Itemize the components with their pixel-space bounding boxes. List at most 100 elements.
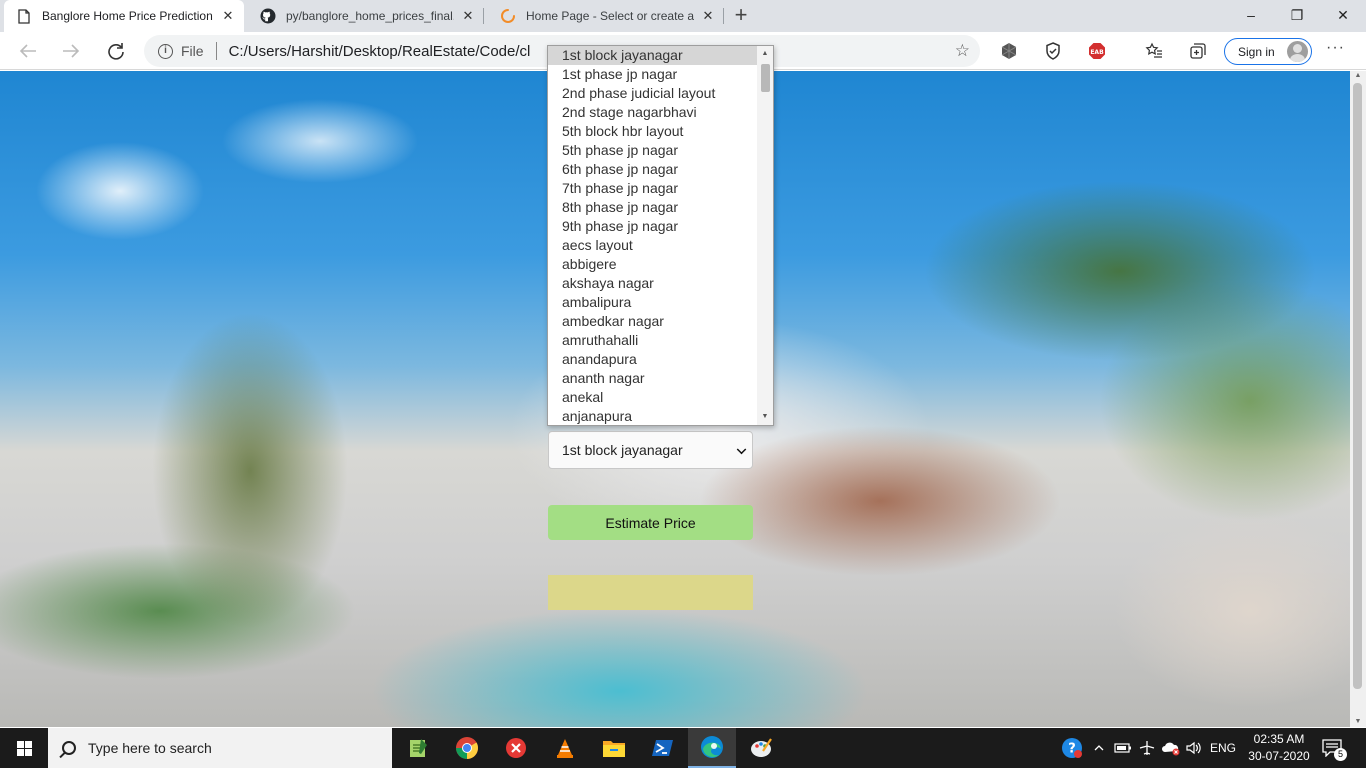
svg-text:EAB: EAB [1090, 49, 1104, 56]
edge-icon[interactable] [688, 728, 736, 768]
chrome-icon[interactable] [443, 728, 491, 768]
location-option[interactable]: 1st phase jp nagar [548, 65, 758, 84]
taskbar-search[interactable]: Type here to search [48, 728, 392, 768]
tab-banglore-home-price[interactable]: Banglore Home Price Prediction ✕ [4, 0, 244, 32]
window-close-button[interactable]: ✕ [1320, 0, 1366, 30]
favorite-star-icon[interactable]: ☆ [955, 41, 970, 61]
location-option[interactable]: 1st block jayanagar [548, 46, 758, 65]
location-option[interactable]: akshaya nagar [548, 274, 758, 293]
tab-home-page[interactable]: Home Page - Select or create a n ✕ [488, 0, 724, 32]
restore-button[interactable]: ❐ [1274, 0, 1320, 30]
back-button[interactable] [13, 36, 43, 66]
shield-icon[interactable] [1040, 38, 1066, 64]
clock-time: 02:35 AM [1253, 732, 1305, 746]
collections-icon[interactable] [1185, 38, 1211, 64]
location-option[interactable]: anekal [548, 388, 758, 407]
anydesk-icon[interactable] [492, 728, 540, 768]
airplane-mode-icon[interactable] [1136, 728, 1158, 768]
price-result-box [548, 575, 753, 610]
location-option[interactable]: 7th phase jp nagar [548, 179, 758, 198]
close-tab-icon[interactable]: ✕ [460, 8, 476, 24]
search-icon [62, 741, 76, 755]
chevron-down-icon [736, 444, 747, 455]
show-hidden-icons-button[interactable] [1090, 728, 1108, 768]
location-option[interactable]: ambedkar nagar [548, 312, 758, 331]
location-option[interactable]: 8th phase jp nagar [548, 198, 758, 217]
location-option[interactable]: 5th block hbr layout [548, 122, 758, 141]
scroll-down-arrow-icon[interactable]: ▼ [760, 412, 770, 422]
forward-arrow-icon [63, 44, 80, 58]
battery-icon[interactable] [1112, 728, 1134, 768]
language-indicator[interactable]: ENG [1206, 728, 1240, 768]
tab-strip: Banglore Home Price Prediction ✕ py/bang… [0, 0, 1366, 32]
dropdown-scrollbar-thumb[interactable] [761, 64, 770, 92]
location-option[interactable]: 6th phase jp nagar [548, 160, 758, 179]
sign-in-button[interactable]: Sign in [1224, 38, 1312, 65]
location-option[interactable]: 9th phase jp nagar [548, 217, 758, 236]
address-separator [215, 42, 217, 60]
minimize-button[interactable]: – [1228, 0, 1274, 30]
info-icon[interactable]: i [158, 43, 173, 59]
scroll-down-arrow-icon[interactable]: ▼ [1353, 717, 1363, 727]
windows-taskbar: Type here to search ? ENG 02:35 AM 30-07… [0, 728, 1366, 768]
page-icon [16, 8, 32, 24]
tab-separator [483, 8, 484, 24]
onedrive-icon[interactable] [1160, 728, 1182, 768]
favorites-icon[interactable] [1141, 38, 1167, 64]
chevron-up-icon [1094, 745, 1104, 751]
location-select[interactable]: 1st block jayanagar [548, 431, 753, 469]
notification-count-badge: 5 [1334, 748, 1347, 761]
tab-separator [723, 8, 724, 24]
file-explorer-icon[interactable] [590, 728, 638, 768]
refresh-icon [108, 43, 124, 60]
location-dropdown-list[interactable]: 1st block jayanagar 1st phase jp nagar 2… [547, 45, 774, 426]
tab-title: Home Page - Select or create a n [526, 9, 694, 23]
start-button[interactable] [0, 728, 48, 768]
page-scrollbar[interactable]: ▲ ▼ [1350, 71, 1366, 727]
dropdown-scrollbar[interactable]: ▲ ▼ [757, 46, 773, 425]
tab-title: Banglore Home Price Prediction [42, 9, 213, 23]
location-option[interactable]: 2nd phase judicial layout [548, 84, 758, 103]
location-select-value: 1st block jayanagar [562, 442, 683, 458]
back-arrow-icon [19, 44, 36, 58]
extension-icon[interactable] [996, 38, 1022, 64]
volume-icon[interactable] [1184, 728, 1204, 768]
windows-logo-icon [16, 740, 32, 756]
clock-date: 30-07-2020 [1248, 749, 1310, 763]
scroll-up-arrow-icon[interactable]: ▲ [760, 49, 770, 59]
location-option[interactable]: ambalipura [548, 293, 758, 312]
forward-button[interactable] [56, 36, 86, 66]
github-icon [260, 8, 276, 24]
taskbar-clock[interactable]: 02:35 AM 30-07-2020 [1244, 731, 1314, 765]
location-option[interactable]: abbigere [548, 255, 758, 274]
scroll-up-arrow-icon[interactable]: ▲ [1353, 71, 1363, 81]
new-tab-button[interactable]: + [730, 4, 752, 27]
loading-spinner-icon [500, 8, 516, 24]
settings-more-button[interactable]: ··· [1326, 39, 1345, 57]
estimate-price-button[interactable]: Estimate Price [548, 505, 753, 540]
notepad-icon[interactable] [394, 728, 442, 768]
location-option[interactable]: amruthahalli [548, 331, 758, 350]
tab-title: py/banglore_home_prices_final.ip [286, 9, 454, 23]
scheme-label: File [181, 43, 204, 59]
url-text[interactable]: C:/Users/Harshit/Desktop/RealEstate/Code… [229, 43, 531, 60]
tab-github-notebook[interactable]: py/banglore_home_prices_final.ip ✕ [248, 0, 484, 32]
location-option[interactable]: 5th phase jp nagar [548, 141, 758, 160]
close-tab-icon[interactable]: ✕ [700, 8, 716, 24]
location-option[interactable]: anandapura [548, 350, 758, 369]
location-option[interactable]: 2nd stage nagarbhavi [548, 103, 758, 122]
help-icon[interactable]: ? [1058, 728, 1086, 768]
location-option[interactable]: ananth nagar [548, 369, 758, 388]
close-tab-icon[interactable]: ✕ [220, 8, 236, 24]
refresh-button[interactable] [101, 36, 131, 66]
location-option[interactable]: anjanapura [548, 407, 758, 425]
page-scrollbar-thumb[interactable] [1353, 83, 1362, 689]
location-option[interactable]: aecs layout [548, 236, 758, 255]
powershell-icon[interactable] [639, 728, 687, 768]
vlc-icon[interactable] [541, 728, 589, 768]
location-options: 1st block jayanagar 1st phase jp nagar 2… [548, 46, 758, 425]
paint-icon[interactable] [737, 728, 785, 768]
taskbar-search-placeholder: Type here to search [88, 740, 212, 756]
sign-in-label: Sign in [1238, 44, 1275, 59]
adblock-icon[interactable]: EAB [1084, 38, 1110, 64]
